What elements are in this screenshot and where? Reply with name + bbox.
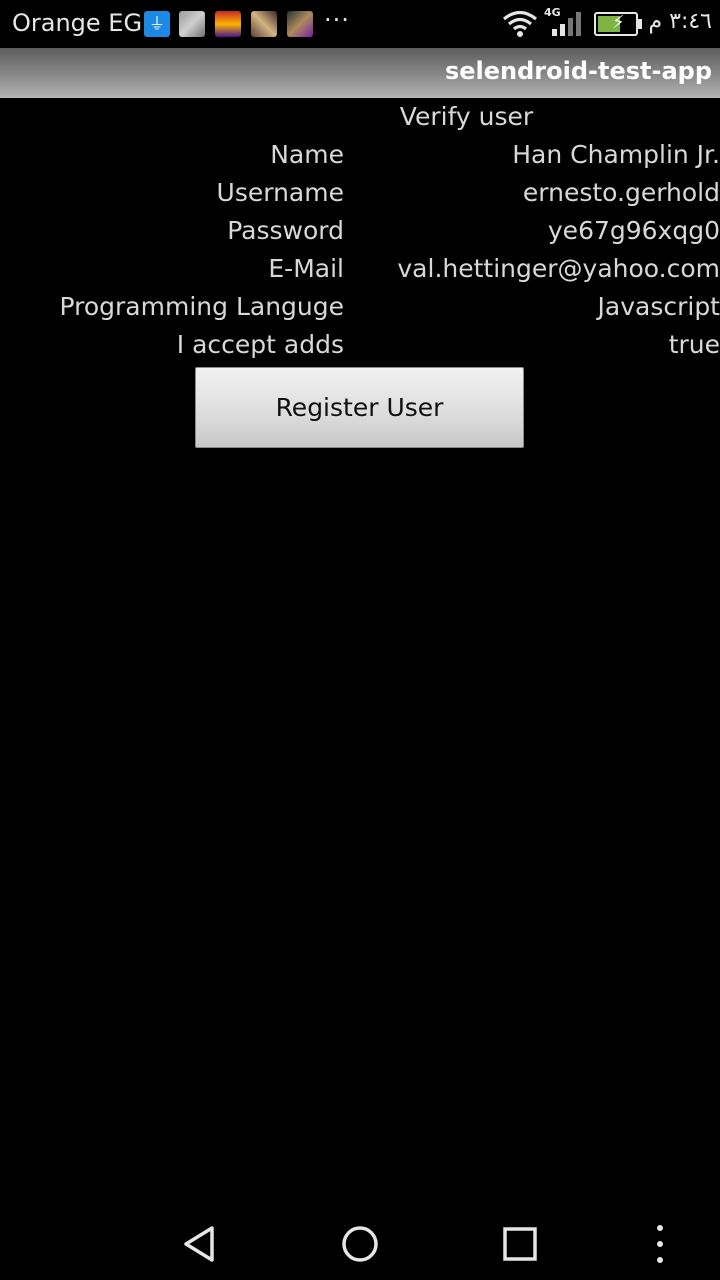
register-user-button[interactable]: Register User: [195, 367, 524, 448]
programming-language-label: Programming Languge: [59, 292, 345, 321]
field-row-password: Password ye67g96xqg0: [0, 216, 720, 254]
email-value: val.hettinger@yahoo.com: [397, 254, 720, 283]
username-label: Username: [216, 178, 344, 207]
carrier-name: Orange EG: [12, 9, 143, 37]
home-icon[interactable]: [340, 1224, 380, 1264]
accept-adds-value: true: [668, 330, 720, 359]
notification-image-icon: [215, 11, 241, 37]
app-title: selendroid-test-app: [444, 57, 712, 85]
action-bar: selendroid-test-app: [0, 48, 720, 98]
more-notifications-icon: ···: [324, 6, 350, 34]
battery-tip: [638, 19, 642, 29]
email-label: E-Mail: [268, 254, 344, 283]
battery-charging-icon: ⚡: [594, 12, 638, 36]
back-icon[interactable]: [180, 1224, 220, 1264]
status-bar: Orange EG ⏚ ··· 4G ⚡ ٣:٤٦ م: [0, 0, 720, 48]
notification-image-icon: [287, 11, 313, 37]
field-row-accept-adds: I accept adds true: [0, 330, 720, 368]
name-value: Han Champlin Jr.: [512, 140, 720, 169]
signal-icon: [552, 12, 581, 36]
notification-image-icon: [179, 11, 205, 37]
field-row-username: Username ernesto.gerhold: [0, 178, 720, 216]
usb-icon: ⏚: [144, 11, 170, 37]
field-row-language: Programming Languge Javascript: [0, 292, 720, 330]
programming-language-value: Javascript: [597, 292, 720, 321]
menu-icon[interactable]: [648, 1224, 672, 1264]
accept-adds-label: I accept adds: [176, 330, 344, 359]
wifi-icon: [502, 10, 538, 37]
password-value: ye67g96xqg0: [547, 216, 720, 245]
field-row-email: E-Mail val.hettinger@yahoo.com: [0, 254, 720, 292]
page-title: Verify user: [399, 102, 534, 131]
password-label: Password: [227, 216, 344, 245]
name-label: Name: [270, 140, 344, 169]
username-value: ernesto.gerhold: [522, 178, 720, 207]
recents-icon[interactable]: [500, 1224, 540, 1264]
notification-image-icon: [251, 11, 277, 37]
clock: ٣:٤٦ م: [648, 9, 713, 34]
field-row-name: Name Han Champlin Jr.: [0, 140, 720, 178]
navigation-bar: [0, 1208, 720, 1280]
